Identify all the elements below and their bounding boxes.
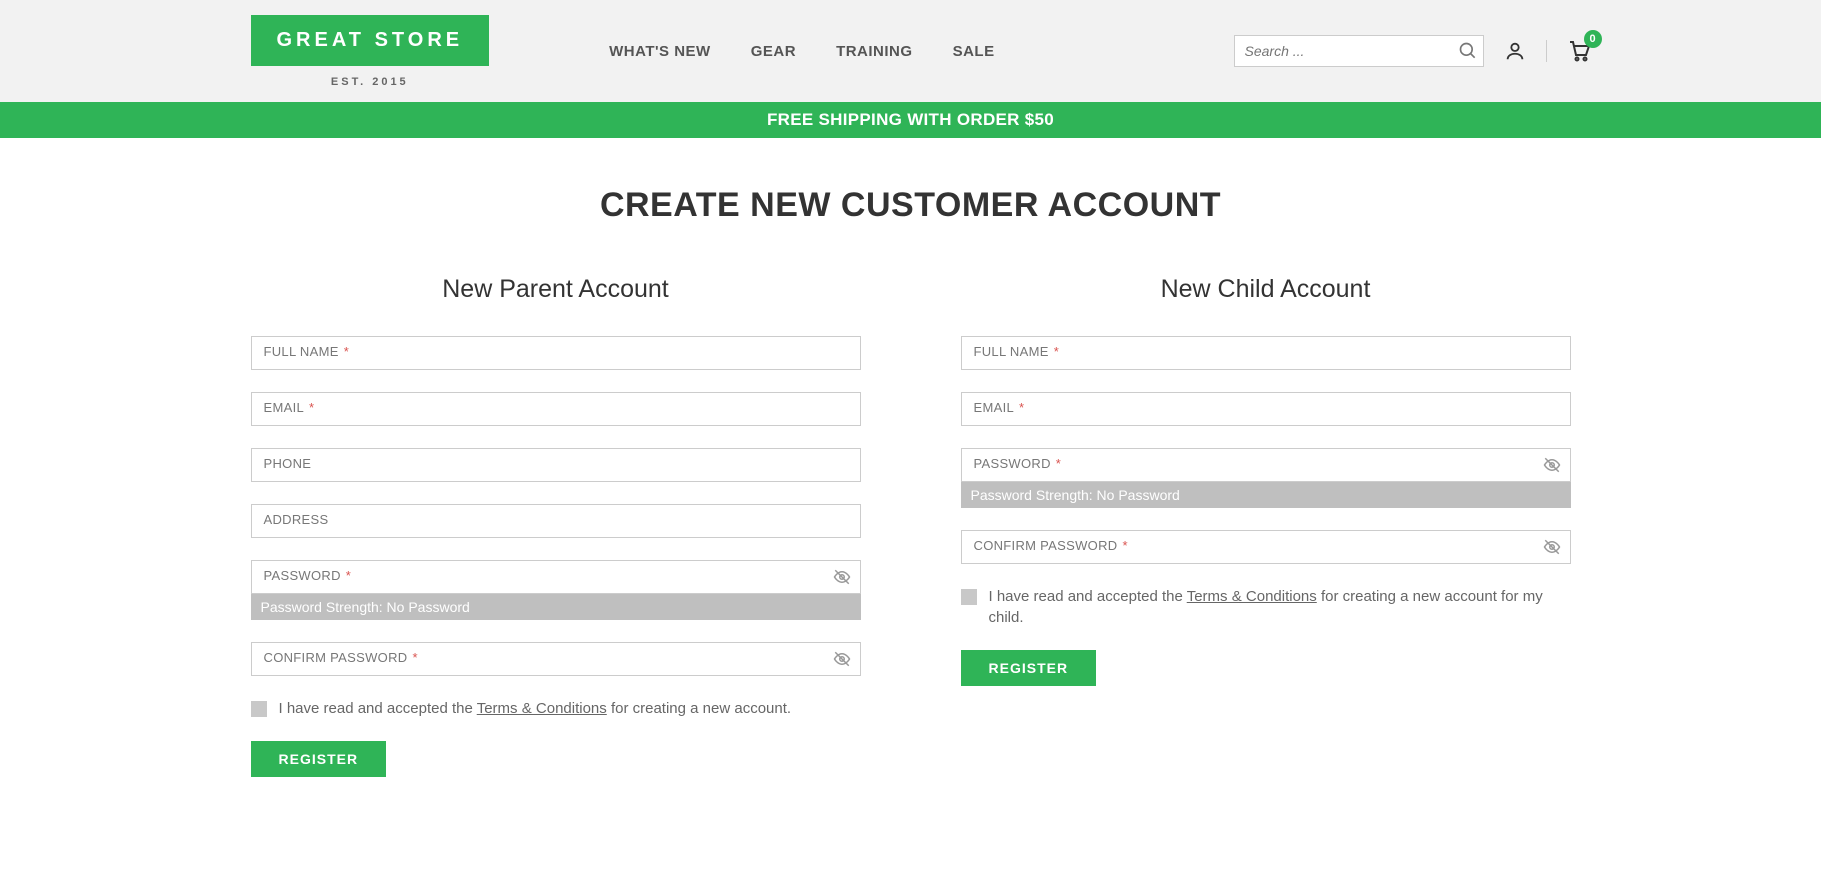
child-terms-link[interactable]: Terms & Conditions: [1187, 588, 1317, 605]
parent-password-field: PASSWORD*: [251, 560, 861, 594]
child-email-field: EMAIL*: [961, 392, 1571, 426]
parent-address-input[interactable]: [251, 504, 861, 538]
main-nav: WHAT'S NEW GEAR TRAINING SALE: [609, 43, 994, 60]
child-full-name-input[interactable]: [961, 336, 1571, 370]
parent-email-input[interactable]: [251, 392, 861, 426]
nav-sale[interactable]: SALE: [953, 43, 995, 60]
parent-terms-checkbox[interactable]: [251, 701, 267, 717]
nav-training[interactable]: TRAINING: [836, 43, 913, 60]
account-forms: New Parent Account FULL NAME* EMAIL* PHO…: [211, 275, 1611, 817]
parent-phone-field: PHONE: [251, 448, 861, 482]
child-terms-pre: I have read and accepted the: [989, 588, 1187, 605]
parent-terms-pre: I have read and accepted the: [279, 700, 477, 717]
parent-form-title: New Parent Account: [251, 275, 861, 304]
account-icon[interactable]: [1504, 40, 1526, 62]
promo-banner: FREE SHIPPING WITH ORDER $50: [0, 102, 1821, 138]
parent-terms-post: for creating a new account.: [607, 700, 791, 717]
header-divider: [1546, 40, 1547, 62]
parent-phone-input[interactable]: [251, 448, 861, 482]
parent-account-form: New Parent Account FULL NAME* EMAIL* PHO…: [251, 275, 861, 777]
child-form-title: New Child Account: [961, 275, 1571, 304]
nav-gear[interactable]: GEAR: [751, 43, 796, 60]
eye-slash-icon[interactable]: [833, 568, 851, 586]
parent-password-strength: Password Strength: No Password: [251, 594, 861, 620]
page-title: CREATE NEW CUSTOMER ACCOUNT: [0, 186, 1821, 225]
search-box: [1234, 35, 1484, 67]
child-confirm-password-input[interactable]: [961, 530, 1571, 564]
child-terms-row: I have read and accepted the Terms & Con…: [961, 586, 1571, 628]
child-email-input[interactable]: [961, 392, 1571, 426]
logo-subtitle: EST. 2015: [331, 76, 409, 88]
child-password-input[interactable]: [961, 448, 1571, 482]
parent-terms-link[interactable]: Terms & Conditions: [477, 700, 607, 717]
eye-slash-icon[interactable]: [1543, 538, 1561, 556]
nav-whats-new[interactable]: WHAT'S NEW: [609, 43, 711, 60]
cart-icon[interactable]: 0: [1567, 39, 1591, 63]
child-password-strength: Password Strength: No Password: [961, 482, 1571, 508]
parent-email-field: EMAIL*: [251, 392, 861, 426]
parent-confirm-password-input[interactable]: [251, 642, 861, 676]
child-password-field: PASSWORD*: [961, 448, 1571, 482]
eye-slash-icon[interactable]: [1543, 456, 1561, 474]
search-icon[interactable]: [1458, 41, 1478, 61]
site-logo[interactable]: GREAT STORE EST. 2015: [251, 15, 490, 88]
child-register-button[interactable]: REGISTER: [961, 650, 1097, 686]
parent-confirm-password-field: CONFIRM PASSWORD*: [251, 642, 861, 676]
parent-full-name-field: FULL NAME*: [251, 336, 861, 370]
eye-slash-icon[interactable]: [833, 650, 851, 668]
search-input[interactable]: [1234, 35, 1484, 67]
parent-terms-row: I have read and accepted the Terms & Con…: [251, 698, 861, 719]
cart-count-badge: 0: [1584, 30, 1602, 48]
site-header: GREAT STORE EST. 2015 WHAT'S NEW GEAR TR…: [0, 0, 1821, 102]
parent-register-button[interactable]: REGISTER: [251, 741, 387, 777]
child-terms-checkbox[interactable]: [961, 589, 977, 605]
logo-main: GREAT STORE: [251, 15, 490, 66]
child-confirm-password-field: CONFIRM PASSWORD*: [961, 530, 1571, 564]
child-full-name-field: FULL NAME*: [961, 336, 1571, 370]
child-account-form: New Child Account FULL NAME* EMAIL* PASS…: [961, 275, 1571, 777]
parent-full-name-input[interactable]: [251, 336, 861, 370]
parent-address-field: ADDRESS: [251, 504, 861, 538]
parent-password-input[interactable]: [251, 560, 861, 594]
